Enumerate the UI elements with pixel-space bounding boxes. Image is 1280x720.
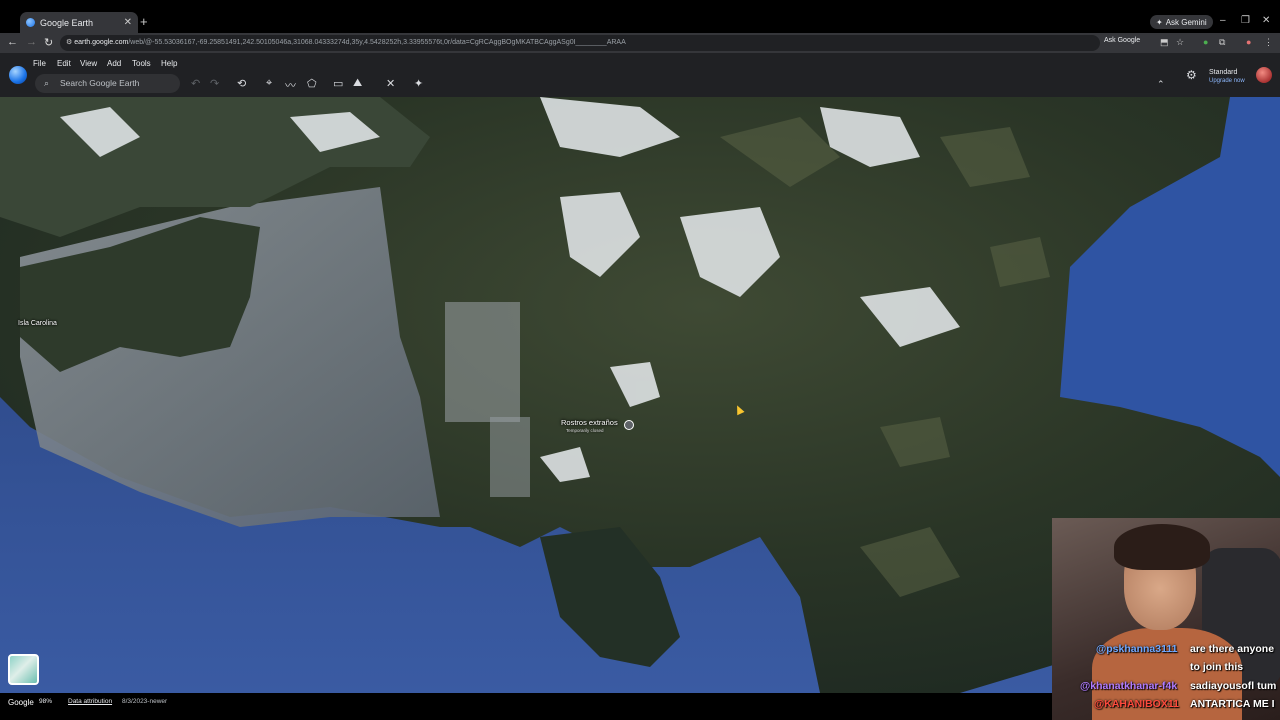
google-logo: Google: [8, 698, 34, 707]
history-icon[interactable]: ⟲: [237, 77, 246, 90]
close-tab-icon[interactable]: ✕: [124, 17, 132, 28]
image-overlay-icon[interactable]: ⛰: [353, 77, 362, 90]
map-label-isla-carolina[interactable]: Isla Carolina: [18, 320, 57, 327]
site-info-icon[interactable]: ⚙: [66, 39, 74, 46]
earth-header: File Edit View Add Tools Help ⌕ Search G…: [0, 53, 1280, 97]
loading-percent: 98%: [39, 698, 53, 705]
ask-google-button[interactable]: Ask Google: [1104, 37, 1140, 44]
install-app-icon[interactable]: ⬒: [1160, 37, 1169, 48]
placemark-icon[interactable]: ⌖: [266, 77, 272, 90]
minimize-window-icon[interactable]: –: [1220, 15, 1226, 26]
ask-gemini-label: Ask Gemini: [1165, 17, 1207, 27]
browser-toolbar: ← → ↻ ⚙ earth.google.com/web/@-55.530361…: [0, 33, 1280, 53]
chat-username: @KAHANIBOX11: [1094, 698, 1179, 710]
collapse-toolbar-icon[interactable]: ⌃: [1157, 79, 1165, 90]
path-icon[interactable]: 〰: [285, 77, 296, 93]
search-input[interactable]: ⌕ Search Google Earth: [35, 74, 180, 93]
restore-window-icon[interactable]: ❐: [1241, 15, 1250, 26]
upgrade-link[interactable]: Upgrade now: [1209, 77, 1245, 86]
chat-row: to join this: [1190, 658, 1243, 676]
new-tab-button[interactable]: +: [140, 14, 148, 29]
chat-message: sadiayousofl tum: [1190, 680, 1277, 692]
close-window-icon[interactable]: ✕: [1262, 15, 1270, 26]
chat-username: @khanatkhanar-f4k: [1080, 680, 1178, 692]
chat-row: sadiayousofl tum: [1190, 677, 1276, 695]
place-status-label: Temporarily closed: [566, 428, 604, 433]
gear-icon[interactable]: ⚙: [1186, 68, 1197, 82]
chat-message: ANTARTICA ME I: [1190, 698, 1275, 710]
chat-row: are there anyone: [1190, 640, 1274, 658]
browser-tab-strip: Google Earth ✕ + ✦ Ask Gemini – ❐ ✕: [0, 0, 1280, 33]
polygon-icon[interactable]: ⬠: [307, 77, 317, 90]
menu-tools[interactable]: Tools: [132, 59, 151, 68]
back-icon[interactable]: ←: [7, 36, 18, 48]
browser-tab[interactable]: Google Earth ✕: [20, 12, 138, 33]
bookmark-star-icon[interactable]: ☆: [1176, 37, 1184, 48]
chat-row: @pskhanna3111: [1096, 640, 1177, 658]
ask-gemini-button[interactable]: ✦ Ask Gemini: [1150, 15, 1213, 29]
plan-info: Standard Upgrade now: [1209, 68, 1245, 86]
google-earth-favicon-icon: [26, 18, 35, 27]
search-icon: ⌕: [44, 78, 50, 88]
chat-message: are there anyone: [1190, 643, 1275, 655]
extension-icon[interactable]: ●: [1203, 37, 1208, 47]
browser-menu-icon[interactable]: ⋮: [1264, 37, 1273, 48]
url-host: earth.google.com: [74, 39, 129, 46]
reload-icon[interactable]: ↻: [44, 36, 53, 49]
chat-row: ANTARTICA ME I: [1190, 695, 1275, 713]
place-pin-icon[interactable]: [624, 420, 634, 430]
menu-add[interactable]: Add: [107, 59, 121, 68]
gemini-sparkle-icon: ✦: [1156, 17, 1163, 27]
ruler-icon[interactable]: ▭: [333, 77, 343, 90]
map-layers-button[interactable]: [8, 654, 39, 685]
feeling-lucky-icon[interactable]: ✦: [414, 77, 423, 90]
search-placeholder: Search Google Earth: [60, 78, 140, 88]
forward-icon[interactable]: →: [26, 36, 37, 48]
google-earth-logo-icon[interactable]: [9, 66, 27, 84]
redo-icon[interactable]: ↷: [210, 77, 219, 90]
place-name-label[interactable]: Rostros extraños: [561, 418, 618, 427]
url-path: /web/@-55.53036167,-69.25851491,242.5010…: [128, 39, 626, 46]
data-attribution-link[interactable]: Data attribution: [68, 698, 112, 705]
plan-label: Standard: [1209, 69, 1238, 76]
account-avatar[interactable]: [1256, 67, 1272, 83]
address-bar[interactable]: ⚙ earth.google.com/web/@-55.53036167,-69…: [60, 35, 1100, 51]
chat-username: @pskhanna3111: [1096, 643, 1178, 655]
chat-row: @khanatkhanar-f4k: [1080, 677, 1177, 695]
menu-file[interactable]: File: [33, 59, 46, 68]
chat-message: to join this: [1190, 661, 1244, 673]
menu-edit[interactable]: Edit: [57, 59, 71, 68]
extensions-puzzle-icon[interactable]: ⧉: [1219, 37, 1225, 48]
imagery-date: 8/3/2023-newer: [122, 698, 168, 705]
streetview-icon[interactable]: ✕: [386, 77, 395, 90]
chat-row: @KAHANIBOX11: [1094, 695, 1179, 713]
menu-view[interactable]: View: [80, 59, 97, 68]
profile-icon[interactable]: ●: [1246, 37, 1251, 47]
tab-title: Google Earth: [40, 17, 94, 28]
menu-help[interactable]: Help: [161, 59, 177, 68]
streamer-hair: [1114, 524, 1210, 570]
undo-icon[interactable]: ↶: [191, 77, 200, 90]
